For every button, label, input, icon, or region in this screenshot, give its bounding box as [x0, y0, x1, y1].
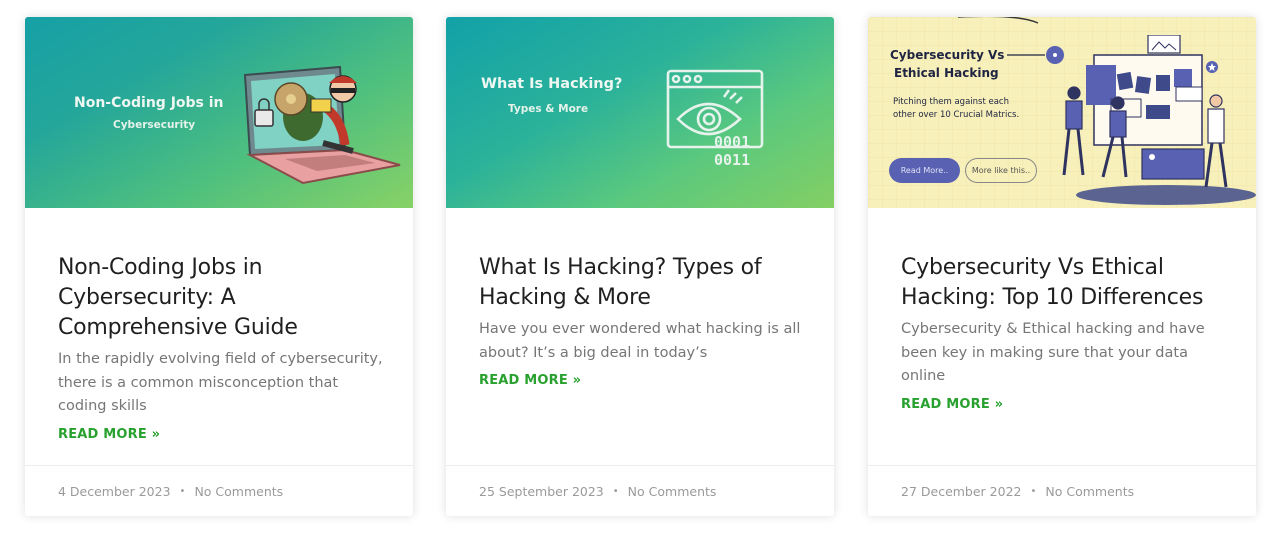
read-more-link[interactable]: READ MORE » [58, 427, 160, 442]
thumbnail-read-more-button: Read More.. [889, 158, 960, 183]
thumbnail-desc-line2: other over 10 Crucial Matrics. [893, 110, 1020, 120]
post-excerpt: Have you ever wondered what hacking is a… [479, 321, 801, 361]
thumbnail-title: What Is Hacking? [481, 76, 623, 92]
thumbnail-title-line2: Ethical Hacking [894, 66, 999, 80]
post-excerpt: In the rapidly evolving field of cyberse… [58, 351, 383, 414]
post-thumbnail[interactable]: Cybersecurity Vs Ethical Hacking Pitchin… [868, 17, 1256, 208]
post-date: 27 December 2022 [901, 483, 1022, 499]
read-more-link[interactable]: READ MORE » [901, 397, 1003, 412]
svg-text:0011: 0011 [714, 151, 750, 169]
thumbnail-desc-line1: Pitching them against each [893, 97, 1009, 107]
post-thumbnail[interactable]: Non-Coding Jobs in Cybersecurity [25, 17, 413, 208]
post-meta: 25 September 2023 • No Comments [446, 465, 834, 516]
post-title[interactable]: Non-Coding Jobs in Cybersecurity: A Comp… [58, 253, 388, 343]
eye-window-binary-icon: 0001 0011 [666, 69, 764, 169]
post-card: Cybersecurity Vs Ethical Hacking Pitchin… [868, 17, 1256, 516]
laptop-thief-icon [243, 65, 401, 185]
post-meta: 27 December 2022 • No Comments [868, 465, 1256, 516]
comments-link[interactable]: No Comments [1045, 484, 1134, 499]
meta-separator: • [179, 485, 186, 497]
comments-link[interactable]: No Comments [628, 484, 717, 499]
team-board-icon [1062, 35, 1256, 205]
post-card: Non-Coding Jobs in Cybersecurity Non-Cod… [25, 17, 413, 516]
thumbnail-subtitle: Types & More [508, 103, 589, 115]
post-date: 25 September 2023 [479, 483, 604, 499]
post-card: What Is Hacking? Types & More 0001 0011 … [446, 17, 834, 516]
thumbnail-more-like-button: More like this.. [965, 158, 1037, 183]
thumbnail-subtitle: Cybersecurity [113, 119, 196, 131]
thumbnail-title: Non-Coding Jobs in [74, 95, 224, 111]
meta-separator: • [612, 485, 619, 497]
post-excerpt: Cybersecurity & Ethical hacking and have… [901, 321, 1205, 384]
post-thumbnail[interactable]: What Is Hacking? Types & More 0001 0011 [446, 17, 834, 208]
thumbnail-title-line1: Cybersecurity Vs [890, 48, 1005, 62]
comments-link[interactable]: No Comments [194, 484, 283, 499]
svg-text:0001: 0001 [714, 133, 750, 151]
post-date: 4 December 2023 [58, 483, 171, 499]
post-title[interactable]: Cybersecurity Vs Ethical Hacking: Top 10… [901, 253, 1231, 313]
meta-separator: • [1030, 485, 1037, 497]
post-title[interactable]: What Is Hacking? Types of Hacking & More [479, 253, 809, 313]
post-meta: 4 December 2023 • No Comments [25, 465, 413, 516]
read-more-link[interactable]: READ MORE » [479, 373, 581, 388]
